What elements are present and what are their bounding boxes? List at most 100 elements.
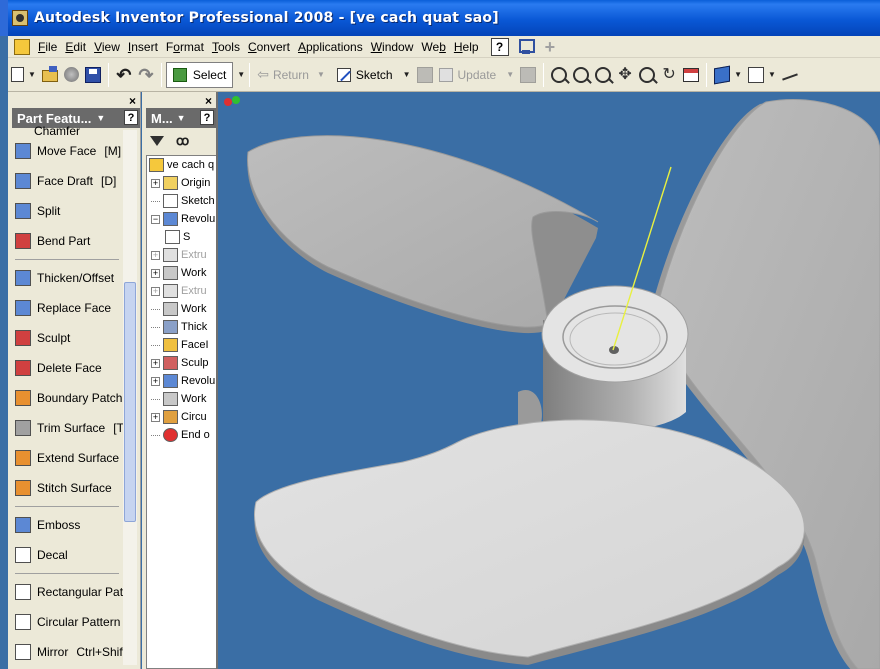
feature-circular-pattern[interactable]: Circular Pattern [12, 607, 122, 637]
chamfer-item-partial[interactable]: Chamfer Ctrl+Sh [12, 124, 122, 136]
panel-help-button[interactable]: ? [124, 110, 138, 125]
feature-thicken-offset[interactable]: Thicken/Offset [12, 263, 122, 293]
undo-button[interactable]: ↶ [113, 63, 135, 87]
camera-dropdown-arrow[interactable]: ▼ [768, 70, 776, 79]
expand-icon[interactable]: + [151, 412, 160, 422]
tree-node[interactable]: + Circu [147, 408, 216, 426]
menu-window[interactable]: Window [367, 40, 418, 54]
inventor-app-icon[interactable] [12, 10, 28, 26]
new-dropdown-arrow[interactable]: ▼ [28, 70, 36, 79]
feature-delete-face[interactable]: Delete Face [12, 353, 122, 383]
tree-node[interactable]: S [147, 228, 216, 246]
save-button[interactable] [82, 63, 104, 87]
tree-node[interactable]: End o [147, 426, 216, 444]
display-mode-button[interactable]: ▼ [711, 63, 745, 87]
redo-button[interactable]: ↷ [135, 63, 157, 87]
sketch-button[interactable]: Sketch ▼ [334, 63, 414, 87]
menu-format[interactable]: Format [162, 40, 208, 54]
tree-node[interactable]: ve cach q [147, 156, 216, 174]
find-binoculars-icon[interactable]: ꝏ [176, 133, 189, 149]
return-dropdown-arrow[interactable]: ▼ [317, 70, 325, 79]
tree-node[interactable]: + Work [147, 264, 216, 282]
whats-this-help-button[interactable]: ? [490, 37, 509, 56]
tree-node[interactable]: + Revolu [147, 372, 216, 390]
collapse-icon[interactable]: − [151, 214, 160, 224]
menu-file[interactable]: File [34, 40, 61, 54]
tree-node[interactable]: − Revolu [147, 210, 216, 228]
menu-view[interactable]: View [90, 40, 124, 54]
feature-emboss[interactable]: Emboss [12, 510, 122, 540]
pan-button[interactable]: ✥ [614, 63, 636, 87]
document-icon[interactable] [14, 38, 30, 55]
display-mode-dropdown-arrow[interactable]: ▼ [734, 70, 742, 79]
feature-replace-face[interactable]: Replace Face [12, 293, 122, 323]
model-browser-header[interactable]: M... ▼ ? [146, 108, 216, 128]
select-button[interactable]: Select [165, 61, 234, 88]
feature-move-face[interactable]: Move Face [M] [12, 136, 122, 166]
return-button[interactable]: ⇦ Return ▼ [254, 63, 328, 87]
expand-icon[interactable]: + [151, 286, 160, 296]
filter-icon[interactable] [150, 136, 164, 146]
feature-extend-surface[interactable]: Extend Surface [12, 443, 122, 473]
feature-trim-surface[interactable]: Trim Surface [T] [12, 413, 127, 443]
feature-bend-part[interactable]: Bend Part [12, 226, 122, 256]
close-icon[interactable]: × [205, 94, 212, 108]
chevron-down-icon[interactable]: ▼ [177, 113, 186, 123]
tree-node[interactable]: Sketch [147, 192, 216, 210]
open-button[interactable] [39, 63, 61, 87]
menu-help[interactable]: Help [450, 40, 483, 54]
feature-rectangular-patte[interactable]: Rectangular Patte [12, 577, 133, 607]
update-dropdown-arrow[interactable]: ▼ [506, 70, 514, 79]
feature-mirror[interactable]: Mirror Ctrl+Shift [12, 637, 126, 667]
select-other-button[interactable] [517, 63, 539, 87]
projects-button[interactable] [61, 63, 82, 87]
title-bar[interactable]: Autodesk Inventor Professional 2008 - [v… [0, 0, 880, 36]
tree-node[interactable]: + Sculp [147, 354, 216, 372]
expand-icon[interactable]: + [151, 376, 160, 386]
propeller-model[interactable] [218, 92, 880, 669]
browser-help-button[interactable]: ? [200, 110, 214, 125]
menu-insert[interactable]: Insert [124, 40, 162, 54]
zoom-all-button[interactable] [548, 63, 570, 87]
expand-icon[interactable]: + [151, 250, 160, 260]
close-icon[interactable]: × [129, 94, 136, 108]
menu-convert[interactable]: Convert [244, 40, 294, 54]
expand-icon[interactable]: + [151, 268, 160, 278]
tree-node[interactable]: + Extru [147, 282, 216, 300]
tree-node[interactable]: Work [147, 390, 216, 408]
select-dropdown-arrow[interactable]: ▼ [237, 70, 245, 79]
feature-decal[interactable]: Decal [12, 540, 122, 570]
tree-node[interactable]: Thick [147, 318, 216, 336]
camera-button[interactable]: ▼ [745, 63, 779, 87]
tree-node[interactable]: + Extru [147, 246, 216, 264]
sketch-dropdown-arrow[interactable]: ▼ [403, 70, 411, 79]
tree-node[interactable]: + Origin [147, 174, 216, 192]
menu-web[interactable]: Web [417, 40, 449, 54]
tree-node[interactable]: FaceI [147, 336, 216, 354]
composite-button[interactable] [414, 63, 436, 87]
scrollbar-thumb[interactable] [124, 282, 136, 522]
rotate-button[interactable]: ↻ [658, 63, 680, 87]
feature-sculpt[interactable]: Sculpt [12, 323, 122, 353]
web-help-icon[interactable] [517, 38, 535, 56]
menu-tools[interactable]: Tools [208, 40, 244, 54]
zoom-window-button[interactable] [570, 63, 592, 87]
zoom-selected-button[interactable] [636, 63, 658, 87]
zoom-button[interactable] [592, 63, 614, 87]
feature-stitch-surface[interactable]: Stitch Surface [12, 473, 122, 503]
expand-icon[interactable]: + [151, 358, 160, 368]
menu-edit[interactable]: Edit [61, 40, 90, 54]
feature-split[interactable]: Split [12, 196, 122, 226]
feature-boundary-patch[interactable]: Boundary Patch [12, 383, 122, 413]
update-button[interactable]: Update ▼ [436, 63, 518, 87]
graphics-viewport[interactable] [218, 92, 880, 669]
feature-list-scrollbar[interactable] [123, 130, 137, 665]
feature-face-draft[interactable]: Face Draft [D] [12, 166, 122, 196]
tree-node[interactable]: Work [147, 300, 216, 318]
ground-shadow-button[interactable] [779, 63, 801, 87]
model-tree[interactable]: ve cach q + Origin Sketch − Revolu S + Extru + Wor… [146, 155, 216, 669]
chevron-down-icon[interactable]: ▼ [96, 113, 105, 123]
new-button[interactable]: ▼ [8, 63, 39, 87]
expand-icon[interactable]: + [151, 178, 160, 188]
menu-applications[interactable]: Applications [294, 40, 367, 54]
